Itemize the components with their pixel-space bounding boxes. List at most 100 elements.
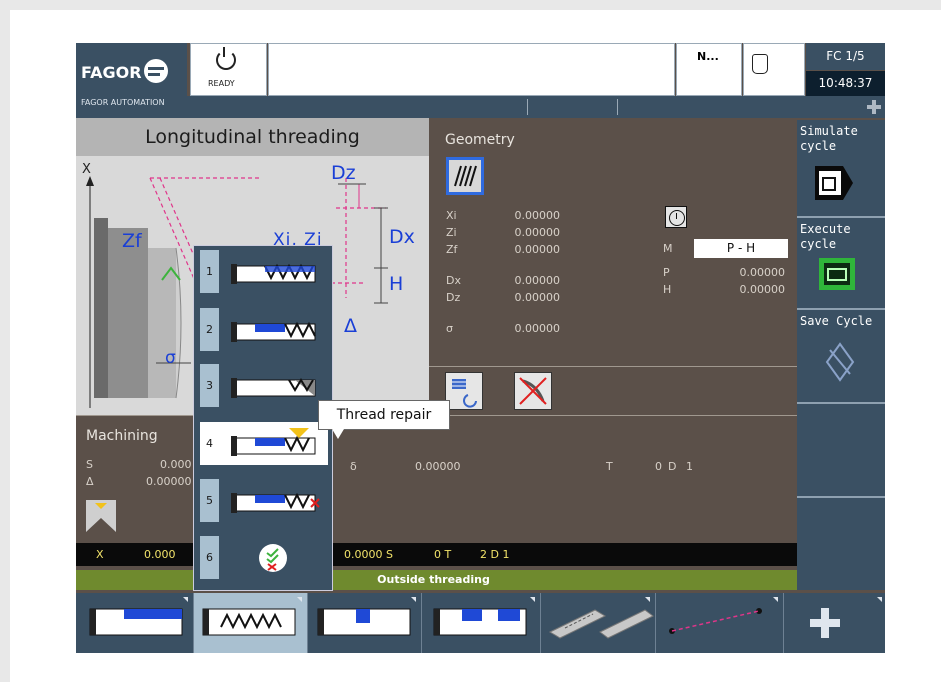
profile-cycle-icon[interactable] xyxy=(432,605,532,639)
field-label: Zi xyxy=(446,226,457,239)
standard-thread-icon xyxy=(231,263,316,284)
menu-item-3[interactable]: 3 xyxy=(200,364,328,407)
spindle-status: 0.0000 S xyxy=(344,548,393,561)
softkey-label: Save Cycle xyxy=(800,314,873,328)
grooving-cycle-icon[interactable] xyxy=(316,605,416,639)
dx-label: Dx xyxy=(389,226,415,248)
simulate-cycle-softkey[interactable]: Simulate cycle xyxy=(797,120,885,217)
menu-item-4-thread-repair[interactable]: 4 xyxy=(200,422,328,465)
small-delta-label: δ xyxy=(350,460,357,473)
tool-orientation-button[interactable] xyxy=(445,372,483,410)
fagor-logo: FAGOR FAGOR AUTOMATION xyxy=(76,43,187,118)
softkey-label: Simulate cycle xyxy=(800,124,858,153)
sigma-label: σ xyxy=(165,348,176,368)
menu-item-number: 1 xyxy=(200,250,219,293)
ready-status: READY xyxy=(190,43,267,96)
xi-value[interactable]: 0.00000 xyxy=(490,209,561,222)
execute-icon xyxy=(819,258,855,290)
thread-tool-icon[interactable] xyxy=(86,500,116,532)
corner-indicator xyxy=(773,597,778,602)
h-field-label: H xyxy=(663,283,672,296)
corner-indicator xyxy=(877,597,882,602)
m-selector[interactable]: P - H xyxy=(694,239,788,258)
coolant-button[interactable] xyxy=(514,372,552,410)
sigma-value[interactable]: 0.00000 xyxy=(490,322,561,335)
divider xyxy=(307,593,308,653)
field-label: σ xyxy=(446,322,453,335)
t-value[interactable]: 0 xyxy=(655,460,662,473)
dx-value[interactable]: 0.00000 xyxy=(490,274,561,287)
small-delta-value[interactable]: 0.00000 xyxy=(415,460,461,473)
save-cycle-softkey[interactable]: Save Cycle xyxy=(797,310,885,402)
x-axis-name: X xyxy=(96,548,104,561)
thread-end-icon xyxy=(231,492,320,513)
corner-indicator xyxy=(530,597,535,602)
p-value[interactable]: 0.00000 xyxy=(715,266,786,279)
tapered-thread-icon xyxy=(231,378,316,398)
h-value[interactable]: 0.00000 xyxy=(715,283,786,296)
empty-softkey[interactable] xyxy=(797,498,885,590)
corner-indicator xyxy=(411,597,416,602)
s-value[interactable]: 0.000 xyxy=(160,458,192,471)
turning-cycle-icon[interactable] xyxy=(88,605,188,639)
machining-title: Machining xyxy=(86,428,158,444)
x-position: 0.000 xyxy=(144,548,176,561)
divider xyxy=(783,593,784,653)
hand-icon xyxy=(752,54,768,74)
drilling-cycle-icon[interactable] xyxy=(545,602,655,642)
empty-softkey[interactable] xyxy=(797,404,885,496)
p-label: P xyxy=(663,266,670,279)
menu-item-5[interactable]: 5 xyxy=(200,479,328,522)
program-block-indicator: N... xyxy=(676,43,742,96)
h-label: H xyxy=(389,273,404,295)
d-label: D xyxy=(668,460,677,473)
menu-item-number: 5 xyxy=(200,479,219,522)
x-axis-label: X xyxy=(82,162,91,177)
menu-item-1[interactable]: 1 xyxy=(200,250,328,293)
multi-start-thread-icon xyxy=(231,321,316,342)
divider xyxy=(617,99,618,115)
d-value[interactable]: 1 xyxy=(686,460,693,473)
offset-status: 2 D 1 xyxy=(480,548,510,561)
divider xyxy=(193,593,194,653)
expand-plus-icon[interactable] xyxy=(867,100,881,114)
t-label: T xyxy=(606,460,613,473)
dz-value[interactable]: 0.00000 xyxy=(490,291,561,304)
menu-item-6[interactable]: 6 xyxy=(200,536,328,579)
divider xyxy=(421,593,422,653)
cycle-title: Longitudinal threading xyxy=(76,118,429,156)
more-cycles-plus-icon[interactable] xyxy=(810,608,840,638)
tool-orientation-icon xyxy=(452,379,477,408)
zi-value[interactable]: 0.00000 xyxy=(490,226,561,239)
thread-repair-icon xyxy=(231,428,316,456)
positioning-cycle-icon[interactable] xyxy=(664,605,774,639)
field-label: Dz xyxy=(446,291,461,304)
menu-item-2[interactable]: 2 xyxy=(200,308,328,351)
tool-status: 0 T xyxy=(434,548,452,561)
menu-item-number: 4 xyxy=(200,422,219,465)
m-label: M xyxy=(663,242,673,255)
s-label: S xyxy=(86,458,93,471)
execute-cycle-softkey[interactable]: Execute cycle xyxy=(797,218,885,308)
clock-display: 10:48:37 xyxy=(806,71,885,96)
threading-cycle-icon[interactable] xyxy=(201,605,301,639)
save-icon xyxy=(825,342,855,382)
thread-type-button[interactable] xyxy=(446,157,484,195)
timer-toggle[interactable] xyxy=(665,206,687,228)
position-status-bar: X 0.000 0.0000 S 0 T 2 D 1 xyxy=(76,543,797,566)
menu-item-number: 2 xyxy=(200,308,219,351)
checklist-icon xyxy=(259,544,287,572)
field-label: Zf xyxy=(446,243,458,256)
zf-value[interactable]: 0.00000 xyxy=(490,243,561,256)
clock-icon xyxy=(669,210,685,226)
brand-name: FAGOR xyxy=(81,63,142,82)
delta-label: Δ xyxy=(86,475,94,488)
message-bar xyxy=(268,43,675,96)
dz-label: Dz xyxy=(331,162,356,184)
status-subbar xyxy=(187,96,885,118)
delta-value[interactable]: 0.00000 xyxy=(146,475,192,488)
menu-item-number: 6 xyxy=(200,536,219,579)
power-icon xyxy=(216,47,236,70)
thread-repair-tooltip: Thread repair xyxy=(318,400,450,430)
delta-label: Δ xyxy=(344,315,357,337)
